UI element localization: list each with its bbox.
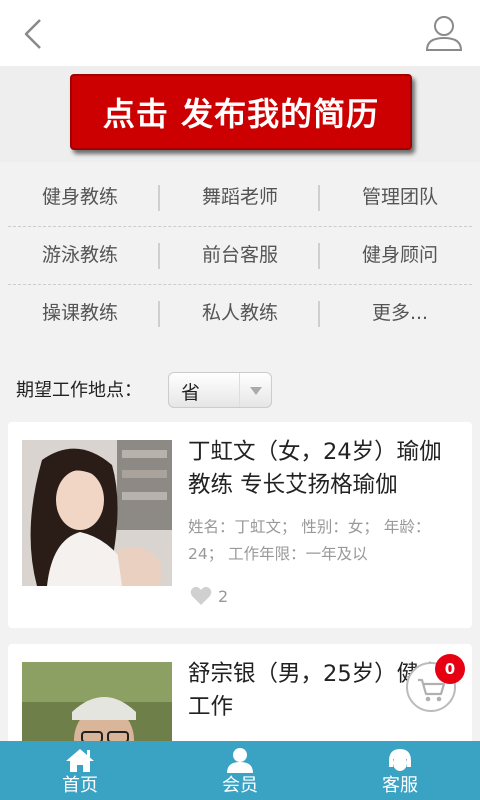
heart-icon bbox=[190, 586, 212, 605]
category-personal-trainer[interactable]: 私人教练 bbox=[160, 284, 320, 342]
nav-member[interactable]: 会员 bbox=[160, 741, 320, 800]
like-count: 2 bbox=[218, 586, 229, 606]
cart-badge: 0 bbox=[435, 654, 465, 684]
header bbox=[0, 0, 480, 66]
publish-resume-button[interactable]: 点击 发布我的简历 bbox=[70, 74, 412, 150]
member-icon bbox=[227, 748, 253, 773]
nav-label: 客服 bbox=[382, 775, 418, 796]
nav-home[interactable]: 首页 bbox=[0, 741, 160, 800]
user-icon bbox=[425, 16, 463, 51]
resume-detail: 姓名：丁虹文； 性别：女； 年龄：24； 工作年限：一年及以 bbox=[188, 518, 431, 563]
category-group-class-coach[interactable]: 操课教练 bbox=[0, 284, 160, 342]
category-fitness-coach[interactable]: 健身教练 bbox=[0, 168, 160, 226]
nav-label: 会员 bbox=[222, 775, 258, 796]
customer-service-icon bbox=[389, 749, 411, 771]
job-categories: 健身教练 舞蹈老师 管理团队 游泳教练 前台客服 健身顾问 操课教练 私人教练 … bbox=[0, 162, 480, 344]
province-select[interactable]: 省 bbox=[168, 372, 272, 408]
category-dance-teacher[interactable]: 舞蹈老师 bbox=[160, 168, 320, 226]
category-front-desk[interactable]: 前台客服 bbox=[160, 226, 320, 284]
province-value: 省 bbox=[181, 382, 201, 404]
category-management-team[interactable]: 管理团队 bbox=[320, 168, 480, 226]
category-row: 健身教练 舞蹈老师 管理团队 bbox=[0, 168, 480, 226]
like-button[interactable]: 2 bbox=[190, 584, 228, 608]
home-icon bbox=[66, 749, 94, 772]
back-button[interactable] bbox=[14, 12, 54, 56]
banner-area: 点击 发布我的简历 bbox=[0, 66, 480, 162]
resume-card[interactable]: 丁虹文（女，24岁）瑜伽教练 专长艾扬格瑜伽 姓名：丁虹文； 性别：女； 年龄：… bbox=[8, 422, 472, 628]
user-profile-button[interactable] bbox=[422, 12, 466, 56]
resume-title: 丁虹文（女，24岁）瑜伽教练 专长艾扬格瑜伽 bbox=[188, 439, 442, 498]
category-row: 游泳教练 前台客服 健身顾问 bbox=[0, 226, 480, 284]
category-fitness-consultant[interactable]: 健身顾问 bbox=[320, 226, 480, 284]
category-more[interactable]: 更多... bbox=[320, 284, 480, 342]
nav-customer-service[interactable]: 客服 bbox=[320, 741, 480, 800]
location-label: 期望工作地点： bbox=[16, 380, 142, 401]
bottom-nav: 首页 会员 客服 bbox=[0, 741, 480, 800]
chevron-down-icon bbox=[239, 373, 271, 407]
avatar bbox=[22, 440, 172, 586]
chevron-left-icon bbox=[24, 19, 41, 49]
nav-label: 首页 bbox=[62, 775, 98, 796]
category-swim-coach[interactable]: 游泳教练 bbox=[0, 226, 160, 284]
location-filter: 期望工作地点： 省 bbox=[0, 352, 480, 422]
category-row: 操课教练 私人教练 更多... bbox=[0, 284, 480, 342]
